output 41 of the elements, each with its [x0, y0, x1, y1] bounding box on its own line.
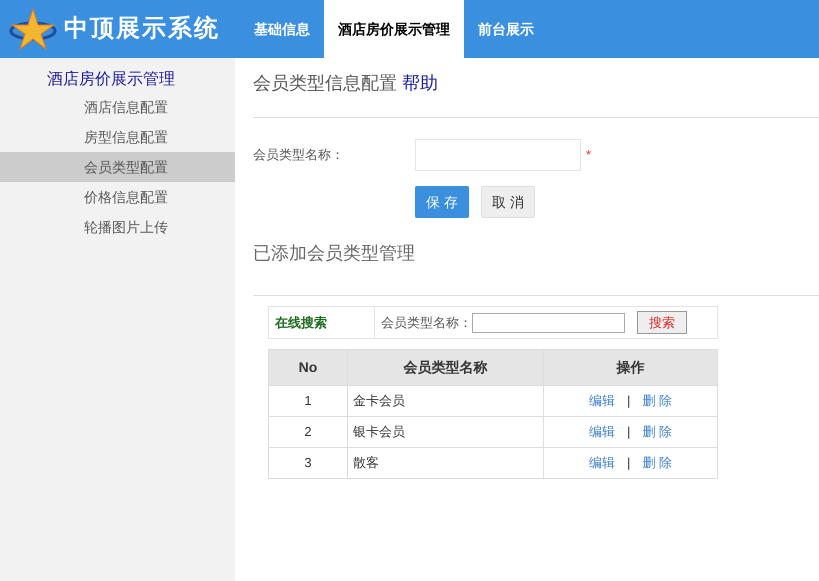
- delete-link[interactable]: 删 除: [642, 393, 672, 408]
- edit-link[interactable]: 编辑: [588, 455, 615, 470]
- separator: |: [626, 424, 630, 440]
- save-button[interactable]: 保 存: [415, 186, 469, 218]
- nav-tab[interactable]: 基础信息: [240, 0, 324, 58]
- separator: |: [626, 393, 630, 408]
- nav-tab[interactable]: 前台展示: [464, 0, 548, 58]
- input-field[interactable]: [415, 139, 581, 171]
- section-title: 已添加会员类型管理: [253, 242, 416, 265]
- table-cell: 散客: [348, 448, 544, 478]
- table-cell: 银卡会员: [348, 416, 544, 448]
- search-label: 在线搜索: [269, 307, 375, 338]
- sidebar-item[interactable]: 房型信息配置: [0, 122, 235, 152]
- delete-link[interactable]: 删 除: [642, 424, 672, 440]
- search-button[interactable]: 搜索: [637, 311, 687, 334]
- edit-link[interactable]: 编辑: [588, 393, 615, 408]
- table-cell: 2: [268, 416, 348, 448]
- help-link[interactable]: 帮助: [402, 70, 438, 97]
- nav-tab[interactable]: 酒店房价展示管理: [324, 0, 464, 58]
- edit-link[interactable]: 编辑: [588, 424, 615, 440]
- table-cell: 金卡会员: [348, 386, 544, 416]
- required-mark: *: [586, 146, 592, 164]
- sidebar-item[interactable]: 轮播图片上传: [0, 212, 235, 242]
- form-title: 会员类型信息配置: [253, 72, 397, 95]
- field-label: 会员类型名称：: [253, 146, 345, 164]
- column-header: 会员类型名称: [348, 350, 544, 386]
- column-header: 操作: [544, 350, 718, 386]
- logo-title: 中顶展示系统: [64, 14, 220, 44]
- search-field[interactable]: [472, 312, 625, 332]
- sidebar-item[interactable]: 价格信息配置: [0, 182, 235, 212]
- sidebar-item[interactable]: 酒店信息配置: [0, 92, 235, 122]
- delete-link[interactable]: 删 除: [642, 455, 672, 470]
- search-field-label: 会员类型名称：: [381, 314, 472, 332]
- separator: |: [626, 455, 630, 470]
- table-cell: 3: [268, 448, 348, 478]
- star-logo-icon: [8, 7, 58, 51]
- cancel-button[interactable]: 取 消: [481, 186, 535, 218]
- sidebar-item[interactable]: 会员类型配置: [0, 152, 235, 182]
- table-cell: 1: [268, 386, 348, 416]
- column-header: No: [268, 350, 348, 386]
- sidebar-title: 酒店房价展示管理: [46, 70, 176, 90]
